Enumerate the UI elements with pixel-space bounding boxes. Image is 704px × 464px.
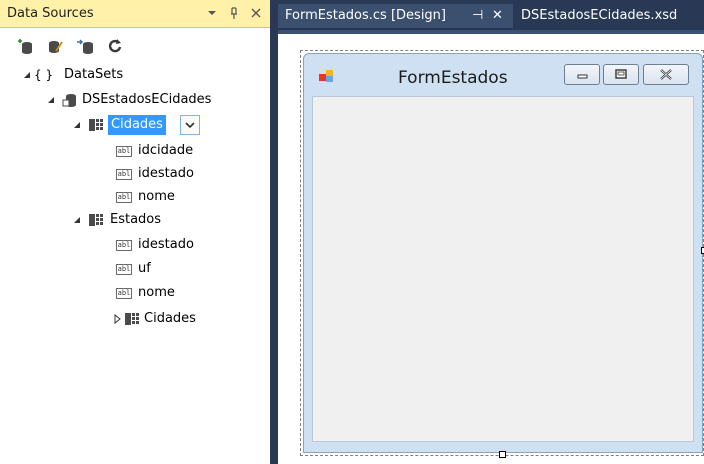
resize-handle-bottom[interactable]	[499, 451, 506, 458]
tree-node-estados[interactable]: Estados	[0, 209, 270, 231]
tree-field-row[interactable]: abl idestado	[0, 163, 270, 185]
field-label: uf	[138, 261, 151, 276]
data-sources-panel: Data Sources {} DataSets DSEstadosECida…	[0, 0, 270, 464]
form-client-area[interactable]	[312, 96, 694, 442]
data-sources-title: Data Sources	[7, 6, 94, 21]
configure-dataset-icon[interactable]	[76, 37, 94, 55]
close-icon	[660, 69, 672, 80]
textbox-field-icon: abl	[116, 240, 132, 251]
form-window[interactable]: FormEstados	[303, 53, 703, 453]
tree-label-dataset: DSEstadosECidades	[82, 92, 212, 107]
tree-field-row[interactable]: abl nome	[0, 282, 270, 304]
field-label: idestado	[138, 237, 194, 252]
close-tab-icon[interactable]: ✕	[492, 4, 503, 28]
textbox-field-icon: abl	[116, 192, 132, 203]
datagrid-table-icon	[125, 313, 139, 325]
tab-label: FormEstados.cs [Design]	[285, 8, 446, 23]
expanded-arrow-icon[interactable]	[72, 120, 82, 130]
chevron-down-icon	[185, 122, 195, 129]
dataset-icon	[62, 94, 76, 107]
close-form-button[interactable]	[643, 64, 689, 85]
tree-field-row[interactable]: abl idcidade	[0, 140, 270, 162]
field-label: nome	[138, 285, 175, 300]
visual-studio-window: Data Sources {} DataSets DSEstadosECida…	[0, 0, 704, 464]
textbox-field-icon: abl	[116, 146, 132, 157]
tree-label-estados: Estados	[110, 212, 162, 227]
form-selection-frame: FormEstados	[300, 50, 704, 458]
datasets-glyph: { }	[34, 68, 54, 82]
tree-field-row[interactable]: abl nome	[0, 186, 270, 208]
data-sources-toolbar	[0, 28, 270, 62]
tree-label-estados-cidades: Cidades	[144, 311, 196, 326]
document-tabstrip: FormEstados.cs [Design] ⊣ ✕ DSEstadosECi…	[278, 0, 704, 34]
minimize-icon	[577, 74, 588, 79]
panel-splitter[interactable]	[270, 0, 278, 464]
add-data-source-icon[interactable]	[16, 37, 34, 55]
form-title: FormEstados	[398, 68, 508, 88]
tree-field-row[interactable]: abl uf	[0, 258, 270, 280]
pin-tab-icon[interactable]: ⊣	[472, 4, 483, 28]
maximize-icon	[615, 69, 627, 79]
tab-form-design[interactable]: FormEstados.cs [Design] ⊣ ✕	[278, 4, 513, 28]
field-label: nome	[138, 189, 175, 204]
tab-label: DSEstadosECidades.xsd	[521, 8, 678, 23]
tab-xsd[interactable]: DSEstadosECidades.xsd	[521, 4, 701, 28]
close-icon[interactable]	[248, 5, 264, 21]
minimize-button[interactable]	[564, 64, 600, 85]
refresh-icon[interactable]	[106, 37, 124, 55]
field-label: idcidade	[138, 143, 194, 158]
data-sources-header: Data Sources	[0, 0, 270, 28]
tree-label-cidades-selected[interactable]: Cidades	[108, 115, 166, 135]
maximize-button[interactable]	[603, 64, 639, 85]
tree-label-datasets: DataSets	[64, 67, 124, 82]
edit-dataset-designer-icon[interactable]	[46, 37, 64, 55]
datagrid-table-icon	[89, 119, 103, 131]
textbox-field-icon: abl	[116, 264, 132, 275]
tree-node-dataset[interactable]: DSEstadosECidades	[0, 89, 270, 111]
control-type-dropdown[interactable]	[180, 115, 200, 135]
datagrid-table-icon	[89, 214, 103, 226]
tree-node-estados-cidades[interactable]: Cidades	[0, 308, 270, 330]
expanded-arrow-icon[interactable]	[46, 95, 56, 105]
tree-node-cidades[interactable]: Cidades	[0, 114, 270, 136]
textbox-field-icon: abl	[116, 288, 132, 299]
tree-node-datasets[interactable]: { } DataSets	[0, 64, 270, 86]
form-icon	[319, 70, 333, 82]
expanded-arrow-icon[interactable]	[72, 215, 82, 225]
pin-icon[interactable]	[226, 5, 242, 21]
form-designer-surface: FormEstados	[278, 34, 704, 464]
expanded-arrow-icon[interactable]	[22, 70, 32, 80]
tree-field-row[interactable]: abl idestado	[0, 234, 270, 256]
textbox-field-icon: abl	[116, 169, 132, 180]
collapsed-arrow-icon[interactable]	[112, 314, 122, 324]
field-label: idestado	[138, 166, 194, 181]
dropdown-icon[interactable]	[204, 5, 220, 21]
